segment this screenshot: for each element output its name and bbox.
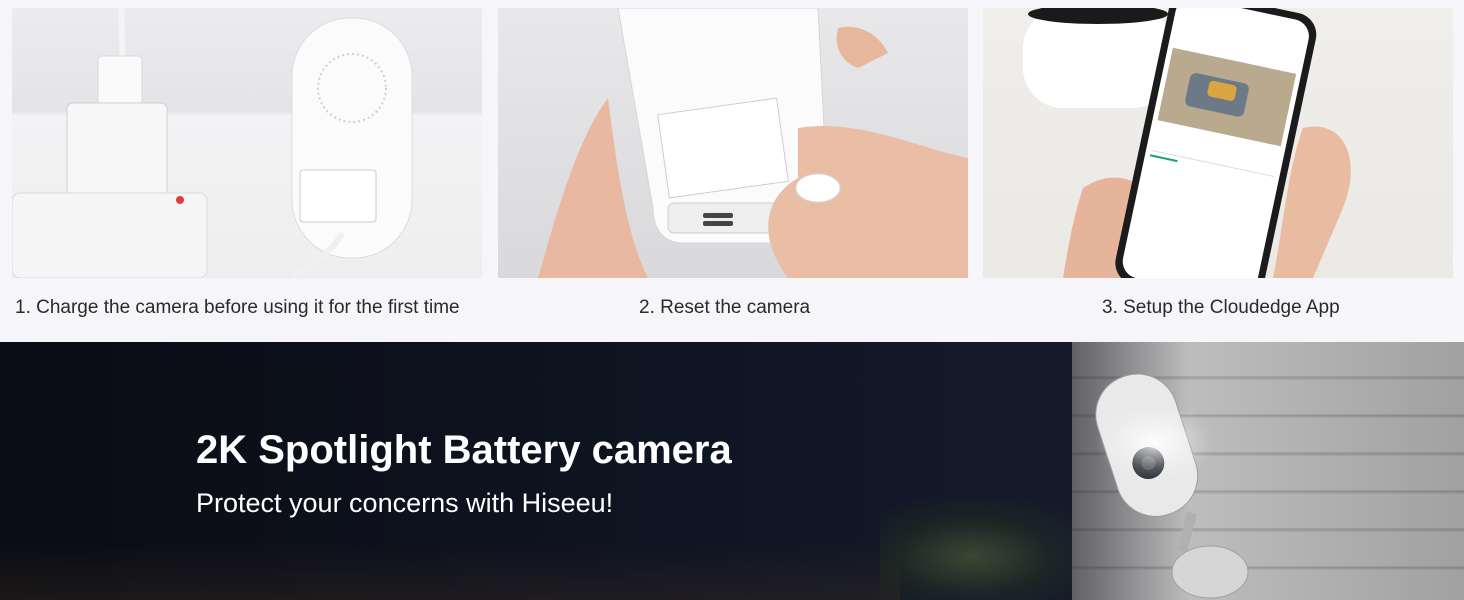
banner-subtitle: Protect your concerns with Hiseeu!: [196, 488, 614, 518]
step-2-photo: [498, 8, 968, 278]
step-3-caption: 3. Setup the Cloudedge App: [1102, 297, 1340, 318]
spotlight-glow: [1095, 402, 1215, 482]
step-1-photo: [12, 8, 482, 278]
step-3-photo: [983, 8, 1453, 278]
step-1-caption: 1. Charge the camera before using it for…: [15, 297, 460, 318]
banner-title: 2K Spotlight Battery camera: [196, 428, 732, 472]
step-2-caption: 2. Reset the camera: [639, 297, 811, 318]
hero-banner: 2K Spotlight Battery camera Protect your…: [0, 342, 1464, 600]
steps-section: 1. Charge the camera before using it for…: [0, 0, 1464, 342]
